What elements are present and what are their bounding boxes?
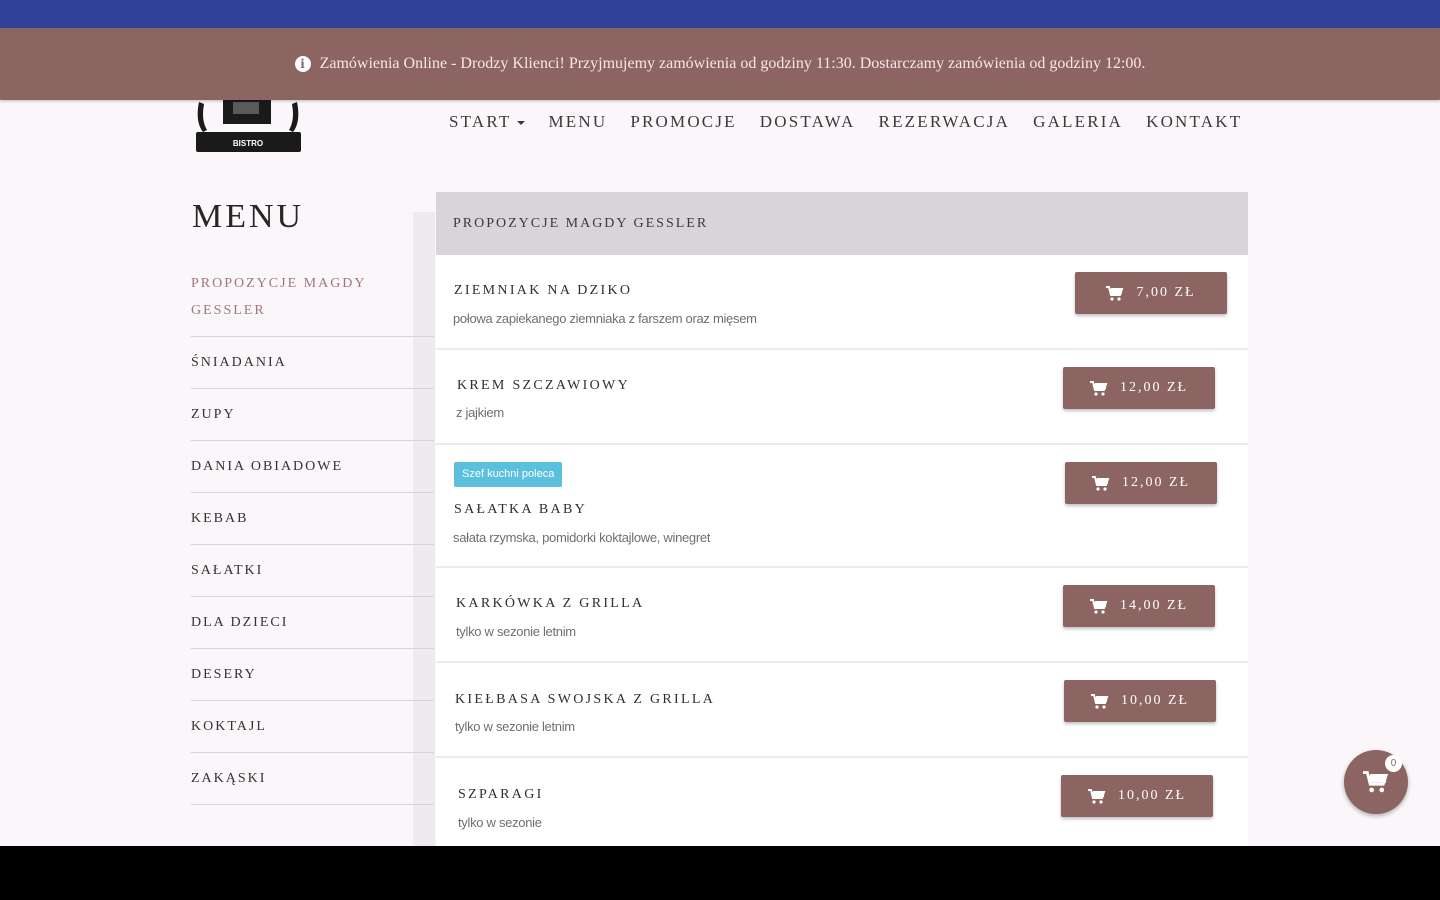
menu-item: KREM SZCZAWIOWY z jajkiem 12,00 ZŁ <box>436 350 1248 445</box>
category-title: PROPOZYCJE MAGDY GESSLER <box>453 215 709 231</box>
menu-item: ZIEMNIAK NA DZIKO połowa zapiekanego zie… <box>436 255 1248 350</box>
main-nav: START MENU PROMOCJE DOSTAWA REZERWACJA G… <box>449 112 1265 132</box>
item-name: KREM SZCZAWIOWY <box>457 378 630 393</box>
page: i Zamówienia Online - Drodzy Klienci! Pr… <box>0 28 1440 846</box>
item-description: tylko w sezonie letnim <box>455 719 575 734</box>
sidebar-item-zakaski[interactable]: ZAKĄSKI <box>191 753 434 805</box>
nav-item-galeria[interactable]: GALERIA <box>1033 112 1123 132</box>
item-description: tylko w sezonie <box>458 815 542 830</box>
cart-icon <box>1106 285 1124 301</box>
item-description: tylko w sezonie letnim <box>456 624 576 639</box>
cart-icon <box>1090 693 1109 709</box>
menu-item: KIEŁBASA SWOJSKA Z GRILLA tylko w sezoni… <box>436 663 1248 758</box>
add-to-cart-button[interactable]: 12,00 ZŁ <box>1063 367 1215 409</box>
notice-bar: i Zamówienia Online - Drodzy Klienci! Pr… <box>0 28 1440 100</box>
add-to-cart-button[interactable]: 10,00 ZŁ <box>1061 775 1213 817</box>
add-to-cart-button[interactable]: 10,00 ZŁ <box>1064 680 1216 722</box>
sidebar-item-desery[interactable]: DESERY <box>191 649 434 701</box>
sidebar-item-salatki[interactable]: SAŁATKI <box>191 545 434 597</box>
nav-item-dostawa[interactable]: DOSTAWA <box>760 112 856 132</box>
sidebar-item-zupy[interactable]: ZUPY <box>191 389 434 441</box>
bottom-black-bar <box>0 846 1440 900</box>
item-price: 12,00 ZŁ <box>1119 380 1189 395</box>
info-icon: i <box>294 56 311 72</box>
cart-icon <box>1091 475 1110 491</box>
sidebar-item-propozycje[interactable]: PROPOZYCJE MAGDY GESSLER <box>191 264 434 337</box>
cart-count-badge: 0 <box>1385 755 1402 772</box>
browser-top-bar <box>0 0 1440 28</box>
logo-graphic: BISTRO <box>196 96 301 152</box>
menu-item: KARKÓWKA Z GRILLA tylko w sezonie letnim… <box>436 568 1248 663</box>
logo[interactable]: BISTRO <box>193 96 303 158</box>
category-sidebar: PROPOZYCJE MAGDY GESSLER ŚNIADANIA ZUPY … <box>191 264 434 805</box>
item-price: 7,00 ZŁ <box>1136 285 1196 300</box>
sidebar-item-sniadania[interactable]: ŚNIADANIA <box>191 337 434 389</box>
nav-item-kontakt[interactable]: KONTAKT <box>1146 112 1242 132</box>
nav-item-menu[interactable]: MENU <box>548 112 607 132</box>
item-name: KARKÓWKA Z GRILLA <box>456 596 645 611</box>
chef-recommends-badge: Szef kuchni poleca <box>454 462 563 487</box>
add-to-cart-button[interactable]: 12,00 ZŁ <box>1065 462 1217 504</box>
item-description: połowa zapiekanego ziemniaka z farszem o… <box>453 311 757 326</box>
item-description: z jajkiem <box>456 405 504 420</box>
item-price: 10,00 ZŁ <box>1117 788 1187 803</box>
page-title: MENU <box>192 198 305 235</box>
sidebar-item-dania-obiadowe[interactable]: DANIA OBIADOWE <box>191 441 434 493</box>
sidebar-item-koktajl[interactable]: KOKTAJL <box>191 701 434 753</box>
category-header: PROPOZYCJE MAGDY GESSLER <box>436 192 1248 255</box>
sidebar-item-dla-dzieci[interactable]: DLA DZIECI <box>191 597 434 649</box>
chevron-down-icon <box>517 121 526 126</box>
item-description: sałata rzymska, pomidorki koktajlowe, wi… <box>453 530 711 545</box>
nav-item-promocje[interactable]: PROMOCJE <box>630 112 736 132</box>
nav-item-start[interactable]: START <box>449 112 526 132</box>
menu-content: PROPOZYCJE MAGDY GESSLER ZIEMNIAK NA DZI… <box>436 192 1248 846</box>
cart-icon <box>1089 380 1108 396</box>
floating-cart-button[interactable]: 0 <box>1344 750 1408 814</box>
sidebar-item-kebab[interactable]: KEBAB <box>191 493 434 545</box>
item-name: ZIEMNIAK NA DZIKO <box>454 283 633 298</box>
item-name: KIEŁBASA SWOJSKA Z GRILLA <box>455 692 716 707</box>
cart-icon <box>1363 771 1389 793</box>
add-to-cart-button[interactable]: 14,00 ZŁ <box>1063 585 1215 627</box>
logo-text: BISTRO <box>233 139 263 148</box>
cart-icon <box>1087 788 1106 804</box>
item-name: SAŁATKA BABY <box>454 502 588 517</box>
cart-icon <box>1089 598 1108 614</box>
item-name: SZPARAGI <box>458 787 544 802</box>
item-price: 10,00 ZŁ <box>1120 693 1190 708</box>
item-price: 12,00 ZŁ <box>1121 475 1191 490</box>
notice-text: Zamówienia Online - Drodzy Klienci! Przy… <box>319 55 1146 72</box>
menu-item: SZPARAGI tylko w sezonie 10,00 ZŁ <box>436 758 1248 846</box>
menu-item: Szef kuchni poleca SAŁATKA BABY sałata r… <box>436 445 1248 568</box>
add-to-cart-button[interactable]: 7,00 ZŁ <box>1075 272 1227 314</box>
item-price: 14,00 ZŁ <box>1119 598 1189 613</box>
nav-item-rezerwacja[interactable]: REZERWACJA <box>879 112 1011 132</box>
